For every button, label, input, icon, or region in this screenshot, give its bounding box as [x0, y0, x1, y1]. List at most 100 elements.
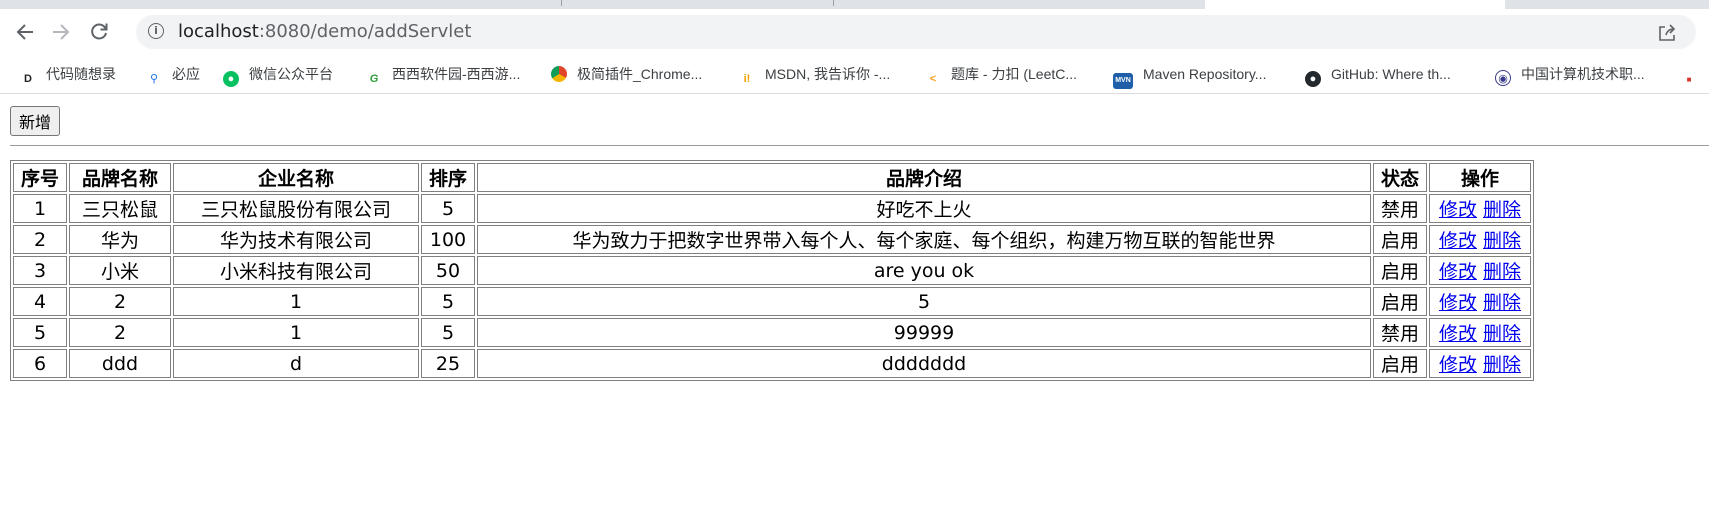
delete-link[interactable]: 删除	[1483, 292, 1521, 314]
edit-link[interactable]: 修改	[1439, 354, 1477, 376]
bookmark-maven[interactable]: MVN Maven Repository...	[1113, 64, 1267, 89]
delete-link[interactable]: 删除	[1483, 354, 1521, 376]
edit-link[interactable]: 修改	[1439, 323, 1477, 345]
bookmark-bing[interactable]: ⚲ 必应	[146, 64, 200, 85]
cell-operations: 修改 删除	[1429, 225, 1531, 254]
delete-link[interactable]: 删除	[1483, 323, 1521, 345]
leetcode-icon: <	[929, 73, 937, 85]
cell-status: 启用	[1373, 256, 1427, 285]
bookmark-chrome-plugin[interactable]: 极简插件_Chrome...	[551, 64, 702, 84]
forward-arrow-icon[interactable]	[48, 19, 74, 45]
bookmark-daimasuixiang[interactable]: D 代码随想录	[20, 64, 116, 85]
url-path: :8080/demo/addServlet	[258, 21, 472, 42]
cell-description: 好吃不上火	[477, 194, 1371, 223]
ruankao-icon: ◉	[1495, 70, 1511, 86]
cell-status: 启用	[1373, 287, 1427, 316]
delete-link[interactable]: 删除	[1483, 199, 1521, 221]
edit-link[interactable]: 修改	[1439, 292, 1477, 314]
msdn-icon: i!	[743, 73, 751, 85]
edit-link[interactable]: 修改	[1439, 261, 1477, 283]
cell-status: 禁用	[1373, 318, 1427, 347]
header-id: 序号	[13, 163, 67, 192]
bookmark-label: 题库 - 力扣 (LeetC...	[951, 66, 1078, 82]
header-order: 排序	[421, 163, 475, 192]
cell-id: 5	[13, 318, 67, 347]
table-row: 1 三只松鼠 三只松鼠股份有限公司 5 好吃不上火 禁用 修改 删除	[13, 194, 1531, 223]
bookmark-label: 代码随想录	[46, 66, 116, 82]
edit-link[interactable]: 修改	[1439, 230, 1477, 252]
site-info-icon[interactable]: i	[148, 23, 164, 39]
bookmark-leetcode[interactable]: < 题库 - 力扣 (LeetC...	[925, 64, 1078, 85]
table-row: 3 小米 小米科技有限公司 50 are you ok 启用 修改 删除	[13, 256, 1531, 285]
cell-brand-name: 2	[69, 287, 171, 316]
cell-brand-name: 小米	[69, 256, 171, 285]
cell-status: 启用	[1373, 225, 1427, 254]
url-host: localhost	[178, 21, 259, 42]
cell-order: 25	[421, 349, 475, 378]
reload-icon[interactable]	[86, 19, 112, 45]
brand-table: 序号 品牌名称 企业名称 排序 品牌介绍 状态 操作 1 三只松鼠 三只松鼠股份…	[10, 160, 1534, 381]
edit-link[interactable]: 修改	[1439, 199, 1477, 221]
cell-brand-name: 三只松鼠	[69, 194, 171, 223]
bookmark-label: 极简插件_Chrome...	[577, 66, 703, 82]
bookmark-github[interactable]: ● GitHub: Where th...	[1305, 64, 1451, 87]
url-text[interactable]: localhost:8080/demo/addServlet	[178, 21, 471, 43]
bookmark-label: 微信公众平台	[249, 66, 333, 82]
address-bar[interactable]: i localhost:8080/demo/addServlet	[136, 15, 1696, 49]
delete-link[interactable]: 删除	[1483, 261, 1521, 283]
bookmark-msdn[interactable]: i! MSDN, 我告诉你 -...	[739, 64, 891, 85]
browser-toolbar: i localhost:8080/demo/addServlet	[0, 9, 1709, 55]
cell-operations: 修改 删除	[1429, 194, 1531, 223]
bookmark-cr173[interactable]: G 西西软件园-西西游...	[366, 64, 521, 85]
table-row: 6 ddd d 25 ddddddd 启用 修改 删除	[13, 349, 1531, 378]
daimasuixiang-icon: D	[24, 73, 32, 85]
back-arrow-icon[interactable]	[12, 19, 38, 45]
add-button[interactable]: 新增	[10, 106, 61, 136]
extra-bookmark-icon: ■	[1686, 75, 1692, 84]
delete-link[interactable]: 删除	[1483, 230, 1521, 252]
cell-description: are you ok	[477, 256, 1371, 285]
cell-order: 5	[421, 194, 475, 223]
tab-separator	[561, 0, 562, 6]
cell-operations: 修改 删除	[1429, 349, 1531, 378]
bookmark-label: 必应	[172, 66, 200, 82]
cell-operations: 修改 删除	[1429, 256, 1531, 285]
cell-company-name: d	[173, 349, 419, 378]
bookmark-label: GitHub: Where th...	[1331, 66, 1451, 82]
header-company-name: 企业名称	[173, 163, 419, 192]
bookmarks-bar: D 代码随想录 ⚲ 必应 ● 微信公众平台 G 西西软件园-西西游... 极简插件_Ch…	[0, 55, 1709, 94]
cell-brand-name: 2	[69, 318, 171, 347]
cell-id: 6	[13, 349, 67, 378]
bookmark-label: 西西软件园-西西游...	[392, 66, 521, 82]
cell-company-name: 1	[173, 318, 419, 347]
cell-company-name: 1	[173, 287, 419, 316]
bookmark-wechat[interactable]: ● 微信公众平台	[223, 64, 333, 87]
cell-company-name: 华为技术有限公司	[173, 225, 419, 254]
tab-strip	[0, 0, 1709, 9]
share-icon[interactable]	[1658, 24, 1676, 42]
wechat-icon: ●	[223, 71, 239, 87]
bookmark-label: Maven Repository...	[1143, 66, 1267, 82]
table-row: 5 2 1 5 99999 禁用 修改 删除	[13, 318, 1531, 347]
bookmark-extra[interactable]: ■	[1681, 64, 1707, 84]
bookmark-label: 中国计算机技术职...	[1521, 66, 1645, 82]
chrome-plugin-icon	[551, 66, 567, 82]
cell-order: 5	[421, 318, 475, 347]
cell-brand-name: ddd	[69, 349, 171, 378]
cell-brand-name: 华为	[69, 225, 171, 254]
table-header-row: 序号 品牌名称 企业名称 排序 品牌介绍 状态 操作	[13, 163, 1531, 192]
cell-id: 3	[13, 256, 67, 285]
bookmark-ruankao[interactable]: ◉ 中国计算机技术职...	[1495, 64, 1645, 86]
cr173-icon: G	[369, 73, 379, 85]
maven-icon: MVN	[1113, 73, 1133, 89]
header-operations: 操作	[1429, 163, 1531, 192]
header-brand-name: 品牌名称	[69, 163, 171, 192]
bookmark-label: MSDN, 我告诉你 -...	[765, 66, 891, 82]
cell-company-name: 小米科技有限公司	[173, 256, 419, 285]
cell-company-name: 三只松鼠股份有限公司	[173, 194, 419, 223]
cell-id: 2	[13, 225, 67, 254]
cell-status: 启用	[1373, 349, 1427, 378]
active-tab[interactable]	[1205, 0, 1505, 9]
cell-operations: 修改 删除	[1429, 318, 1531, 347]
tab-separator	[833, 0, 834, 6]
